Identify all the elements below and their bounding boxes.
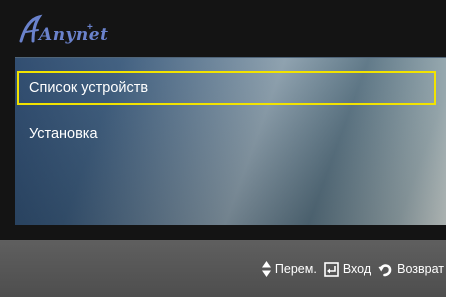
enter-icon	[324, 261, 339, 277]
up-down-arrows-icon	[261, 261, 271, 277]
hint-move-label: Перем.	[274, 262, 317, 276]
menu-item-setup[interactable]: Установка	[17, 117, 436, 151]
hint-enter: Вход	[324, 261, 372, 277]
logo-text: Anynet	[39, 25, 109, 45]
menu-panel: Список устройств Установка	[15, 57, 446, 225]
hint-return: Возврат	[378, 262, 444, 277]
hint-move: Перем.	[261, 261, 317, 277]
logo-plus: +	[87, 22, 93, 33]
hint-enter-label: Вход	[342, 262, 372, 276]
menu-item-device-list[interactable]: Список устройств	[17, 71, 436, 105]
anynet-logo: Anynet +	[17, 13, 109, 47]
return-icon	[378, 262, 393, 277]
hint-return-label: Возврат	[397, 262, 444, 276]
footer-bar: Перем. Вход Возврат	[0, 240, 446, 297]
tv-osd-screen: Anynet + Список устройств Установка Пере…	[0, 0, 446, 297]
footer-hints: Перем. Вход Возврат	[255, 261, 444, 277]
